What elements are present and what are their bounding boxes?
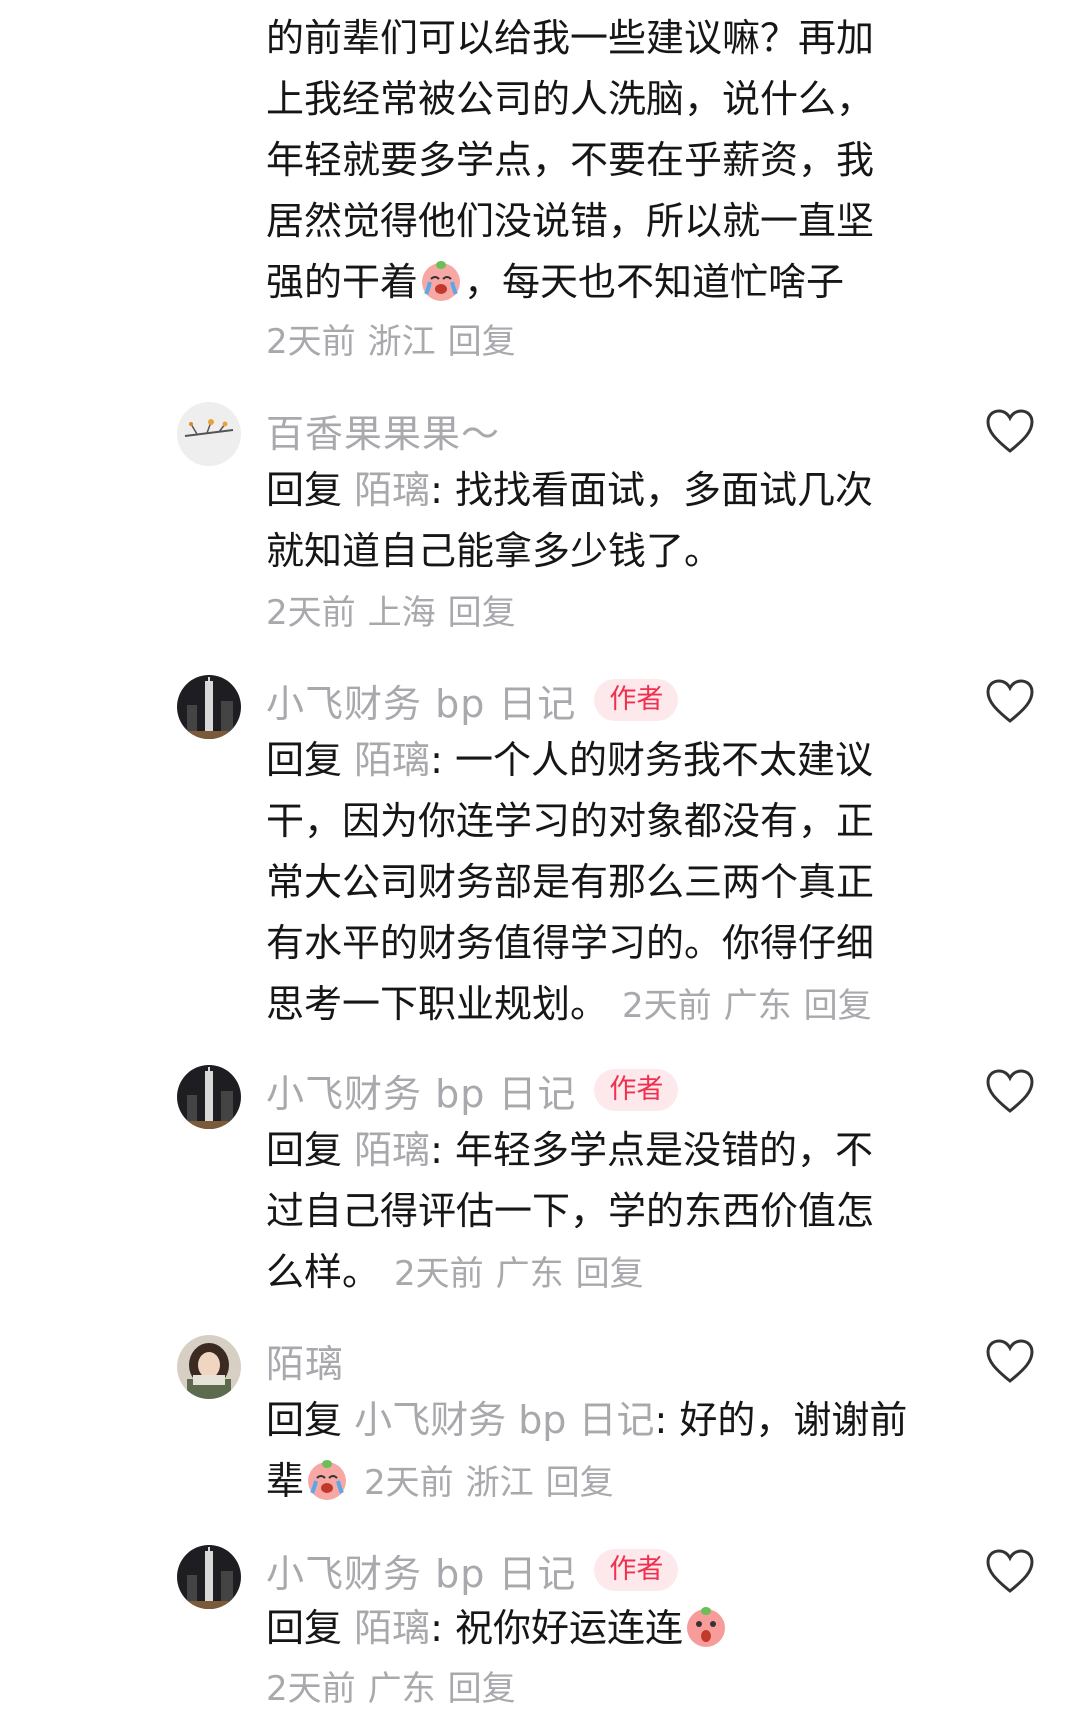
reply-target-name[interactable]: 陌璃	[354, 1606, 430, 1650]
comment-location: 浙江	[465, 1463, 534, 1503]
comment-line: 常大公司财务部是有那么三两个真正	[266, 860, 875, 904]
comment-line-text: 祝你好运连连	[455, 1606, 684, 1650]
heart-outline-icon[interactable]	[985, 1338, 1035, 1384]
reply-target-name[interactable]: 陌璃	[354, 468, 430, 512]
reply-button[interactable]: 回复	[448, 593, 516, 633]
comment-line-last: 回复 陌璃: 祝你好运连连	[266, 1598, 942, 1659]
reply-button[interactable]: 回复	[448, 322, 516, 362]
comment-line: 的前辈们可以给我一些建议嘛？再加	[266, 16, 875, 60]
crying-emoji	[422, 261, 461, 301]
comment-text: 回复 陌璃: 祝你好运连连	[266, 1598, 942, 1659]
comment-header: 小飞财务 bp 日记 作者	[266, 1543, 679, 1598]
comment-line-last: 思考一下职业规划。 2天前 广东 回复	[266, 974, 942, 1035]
comment-line: 居然觉得他们没说错，所以就一直坚	[266, 199, 875, 243]
reply-button[interactable]: 回复	[804, 986, 872, 1026]
comment-line-text: 一个人的财务我不太建议	[455, 738, 874, 782]
comment-header: 百香果果果～	[266, 403, 500, 458]
comment-text: 回复 陌璃: 一个人的财务我不太建议 干，因为你连学习的对象都没有，正 常大公司…	[266, 730, 942, 1035]
comment-line: 回复 小飞财务 bp 日记: 好的，谢谢前	[266, 1398, 908, 1442]
avatar[interactable]	[177, 675, 241, 739]
comment-location: 广东	[723, 986, 792, 1026]
comment-meta: 2天前 上海 回复	[266, 588, 528, 638]
comment-line-text: 年轻多学点是没错的，不	[455, 1128, 874, 1172]
avatar[interactable]	[177, 402, 241, 466]
reply-button[interactable]: 回复	[546, 1463, 614, 1503]
comment-line-last: 么样。 2天前 广东 回复	[266, 1242, 942, 1303]
comment-line: 回复 陌璃: 找找看面试，多面试几次	[266, 468, 874, 512]
comment-line-tail: ，每天也不知道忙啥子	[464, 260, 845, 304]
username[interactable]: 小飞财务 bp 日记	[266, 1543, 576, 1598]
username[interactable]: 百香果果果～	[266, 403, 500, 458]
shocked-emoji	[687, 1607, 726, 1647]
avatar[interactable]	[177, 1335, 241, 1399]
comment-meta: 2天前 广东 回复	[622, 986, 884, 1026]
reply-button[interactable]: 回复	[576, 1254, 644, 1294]
author-badge: 作者	[594, 679, 679, 721]
comment-time: 2天前	[266, 593, 356, 633]
comment-location: 广东	[367, 1669, 436, 1709]
comment-line-last: 辈 2天前 浙江 回复	[266, 1451, 942, 1512]
reply-button[interactable]: 回复	[448, 1669, 516, 1709]
comment-time: 2天前	[364, 1463, 454, 1503]
comment-location: 广东	[495, 1254, 564, 1294]
comment-line: 干，因为你连学习的对象都没有，正	[266, 799, 875, 843]
comment-line-text: 辈	[266, 1459, 305, 1503]
reply-target-name[interactable]: 小飞财务 bp 日记	[354, 1398, 654, 1442]
heart-outline-icon[interactable]	[985, 678, 1035, 724]
reply-prefix: 回复	[266, 468, 343, 512]
comment-line-text: 么样。	[266, 1250, 381, 1294]
heart-outline-icon[interactable]	[985, 408, 1035, 454]
username[interactable]: 陌璃	[266, 1333, 344, 1388]
comment-text: 回复 陌璃: 找找看面试，多面试几次 就知道自己能拿多少钱了。	[266, 460, 942, 582]
reply-prefix: 回复	[266, 1606, 343, 1650]
comment-text: 的前辈们可以给我一些建议嘛？再加 上我经常被公司的人洗脑，说什么， 年轻就要多学…	[266, 8, 942, 313]
comment-time: 2天前	[622, 986, 712, 1026]
comment-text: 回复 陌璃: 年轻多学点是没错的，不 过自己得评估一下，学的东西价值怎 么样。 2…	[266, 1120, 942, 1303]
comment-line: 回复 陌璃: 年轻多学点是没错的，不	[266, 1128, 874, 1172]
comment-line: 有水平的财务值得学习的。你得仔细	[266, 921, 875, 965]
comment-line: 过自己得评估一下，学的东西价值怎	[266, 1189, 875, 1233]
comment-time: 2天前	[266, 322, 356, 362]
comment-header: 陌璃	[266, 1333, 344, 1388]
comment-meta: 2天前 广东 回复	[266, 1664, 528, 1714]
reply-target-name[interactable]: 陌璃	[354, 738, 430, 782]
comment-line-last: 强的干着 ，每天也不知道忙啥子	[266, 252, 942, 313]
author-badge: 作者	[594, 1069, 679, 1111]
comment-line: 上我经常被公司的人洗脑，说什么，	[266, 77, 875, 121]
reply-prefix: 回复	[266, 738, 343, 782]
comment-time: 2天前	[266, 1669, 356, 1709]
username[interactable]: 小飞财务 bp 日记	[266, 1063, 576, 1118]
avatar[interactable]	[177, 1065, 241, 1129]
comment-header: 小飞财务 bp 日记 作者	[266, 673, 679, 728]
reply-prefix: 回复	[266, 1128, 343, 1172]
crying-emoji	[308, 1460, 347, 1500]
comment-meta: 2天前 广东 回复	[394, 1254, 656, 1294]
heart-outline-icon[interactable]	[985, 1068, 1035, 1114]
heart-outline-icon[interactable]	[985, 1548, 1035, 1594]
comment-location: 浙江	[367, 322, 436, 362]
avatar[interactable]	[177, 1545, 241, 1609]
comment-line: 回复 陌璃: 一个人的财务我不太建议	[266, 738, 874, 782]
comment-text: 回复 小飞财务 bp 日记: 好的，谢谢前 辈 2天前 浙江 回复	[266, 1390, 942, 1512]
comment-line: 就知道自己能拿多少钱了。	[266, 529, 723, 573]
comment-line-text: 好的，谢谢前	[679, 1398, 908, 1442]
reply-prefix: 回复	[266, 1398, 343, 1442]
comment-line-text: 思考一下职业规划。	[266, 982, 609, 1026]
username[interactable]: 小飞财务 bp 日记	[266, 673, 576, 728]
comment-line: 年轻就要多学点，不要在乎薪资，我	[266, 138, 875, 182]
comment-meta: 2天前 浙江 回复	[364, 1463, 626, 1503]
comment-location: 上海	[367, 593, 436, 633]
author-badge: 作者	[594, 1549, 679, 1591]
reply-target-name[interactable]: 陌璃	[354, 1128, 430, 1172]
comment-header: 小飞财务 bp 日记 作者	[266, 1063, 679, 1118]
comment-line-text: 强的干着	[266, 260, 419, 304]
comment-meta: 2天前 浙江 回复	[266, 317, 528, 367]
comment-time: 2天前	[394, 1254, 484, 1294]
comment-line-text: 找找看面试，多面试几次	[455, 468, 874, 512]
